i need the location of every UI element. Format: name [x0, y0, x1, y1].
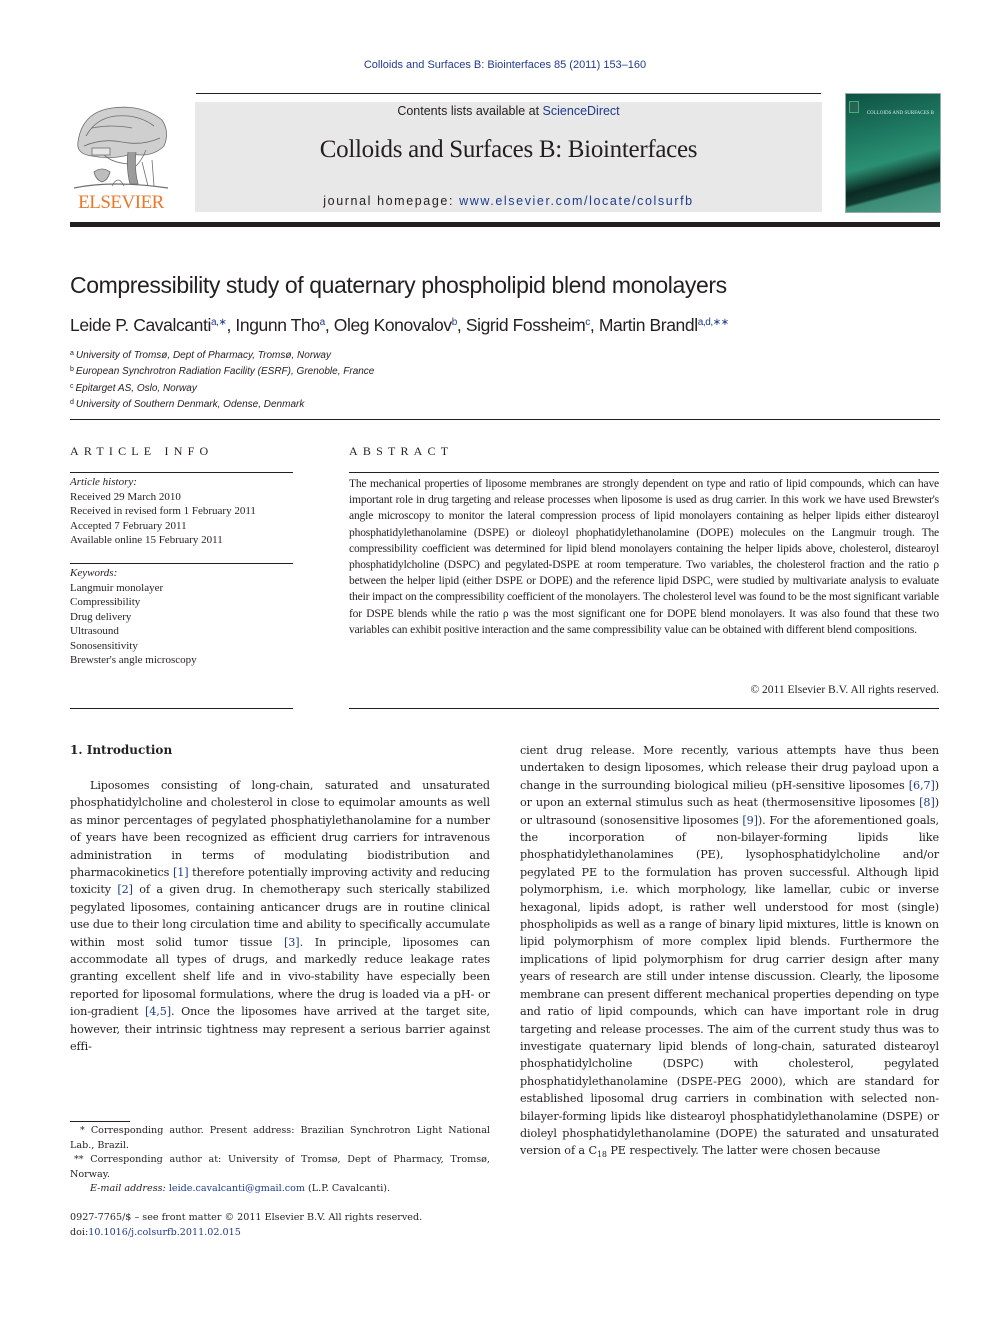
affiliations: a University of Tromsø, Dept of Pharmacy,… — [70, 347, 374, 413]
affiliation: d University of Southern Denmark, Odense,… — [70, 399, 305, 411]
keyword: Drug delivery — [70, 610, 132, 623]
history-item: Accepted 7 February 2011 — [70, 519, 187, 532]
footnote-corresponding-1: * Corresponding author. Present address:… — [70, 1125, 490, 1151]
author[interactable]: Sigrid Fossheimc — [466, 315, 590, 335]
citation-link[interactable]: [8] — [919, 796, 935, 809]
intro-right-column: cient drug release. More recently, vario… — [520, 744, 939, 1160]
header-divider — [196, 93, 821, 94]
author[interactable]: Martin Brandla,d,∗∗ — [599, 315, 729, 335]
article-info-divider — [70, 472, 293, 473]
journal-citation[interactable]: Colloids and Surfaces B: Biointerfaces 8… — [0, 59, 992, 71]
history-item: Available online 15 February 2011 — [70, 534, 223, 546]
journal-cover-image[interactable]: COLLOIDS AND SURFACES B — [845, 93, 941, 213]
citation-link[interactable]: [3] — [284, 936, 300, 949]
abstract-divider — [349, 472, 939, 473]
author[interactable]: Leide P. Cavalcantia,∗ — [70, 315, 227, 335]
article-info-bottom-divider — [70, 708, 293, 709]
author[interactable]: Ingunn Thoa — [235, 315, 325, 335]
doi-line: doi:10.1016/j.colsurfb.2011.02.015 — [70, 1227, 241, 1238]
footnote-email: E-mail address: leide.cavalcanti@gmail.c… — [90, 1183, 391, 1194]
author-list: Leide P. Cavalcantia,∗, Ingunn Thoa, Ole… — [70, 315, 729, 335]
article-info-heading: ARTICLE INFO — [70, 444, 214, 458]
abstract-text: The mechanical properties of liposome me… — [349, 478, 939, 636]
keyword: Brewster's angle microscopy — [70, 654, 197, 666]
abstract-heading: ABSTRACT — [349, 444, 454, 458]
article-history: Article history: Received 29 March 2010 … — [70, 476, 256, 546]
elsevier-logo[interactable]: ELSEVIER — [68, 102, 174, 214]
affiliation: a University of Tromsø, Dept of Pharmacy,… — [70, 350, 331, 361]
author[interactable]: Oleg Konovalovb — [334, 315, 458, 335]
keywords-divider — [70, 563, 293, 564]
history-item: Received in revised form 1 February 2011 — [70, 505, 256, 517]
keyword: Ultrasound — [70, 625, 119, 637]
header-thick-divider — [70, 222, 940, 227]
section-divider — [70, 419, 940, 420]
publisher-name: ELSEVIER — [78, 192, 164, 213]
cover-title: COLLOIDS AND SURFACES B — [866, 111, 934, 116]
abstract-copyright: © 2011 Elsevier B.V. All rights reserved… — [750, 684, 939, 696]
article-title: Compressibility study of quaternary phos… — [70, 272, 727, 298]
history-item: Received 29 March 2010 — [70, 490, 181, 503]
homepage-link[interactable]: www.elsevier.com/locate/colsurfb — [459, 194, 694, 208]
journal-banner: Contents lists available at ScienceDirec… — [195, 102, 822, 212]
citation-link[interactable]: [9] — [742, 814, 758, 827]
journal-title: Colloids and Surfaces B: Biointerfaces — [319, 136, 698, 163]
keyword: Compressibility — [70, 596, 141, 608]
issn-line: 0927-7765/$ – see front matter © 2011 El… — [70, 1212, 423, 1223]
cover-publisher-icon — [849, 101, 859, 113]
keywords: Keywords: Langmuir monolayer Compressibi… — [70, 567, 197, 666]
elsevier-tree-icon — [73, 106, 169, 189]
citation-link[interactable]: [6,7] — [909, 779, 935, 792]
footnote-divider — [70, 1121, 130, 1122]
footnote-corresponding-2: ** Corresponding author at: University o… — [70, 1154, 490, 1180]
keyword: Sonosensitivity — [70, 639, 138, 652]
affiliation: b European Synchrotron Radiation Facility… — [70, 366, 375, 378]
abstract-bottom-divider — [349, 708, 939, 709]
sciencedirect-link[interactable]: ScienceDirect — [543, 104, 620, 118]
doi-link[interactable]: 10.1016/j.colsurfb.2011.02.015 — [88, 1227, 241, 1238]
section-heading-introduction: 1. Introduction — [70, 743, 173, 757]
affiliation: c Epitarget AS, Oslo, Norway — [70, 382, 197, 394]
citation-link[interactable]: [4,5] — [145, 1005, 171, 1018]
citation-link[interactable]: [1] — [173, 866, 189, 879]
citation-link[interactable]: [2] — [117, 883, 133, 896]
intro-left-column: Liposomes consisting of long-chain, satu… — [70, 779, 491, 1054]
contents-line: Contents lists available at ScienceDirec… — [397, 104, 620, 118]
keyword: Langmuir monolayer — [70, 581, 164, 594]
journal-homepage: journal homepage: www.elsevier.com/locat… — [323, 194, 694, 208]
email-link[interactable]: leide.cavalcanti@gmail.com — [169, 1183, 305, 1194]
